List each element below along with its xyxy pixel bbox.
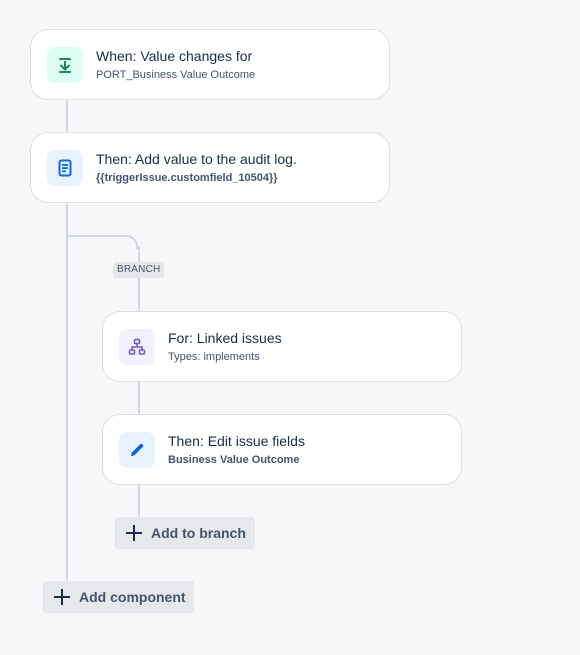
edit-issue-fields-subtitle: Business Value Outcome xyxy=(168,454,300,466)
document-icon xyxy=(47,149,83,186)
audit-log-action-subtitle: {{triggerIssue.customfield_10504}} xyxy=(96,172,278,184)
trigger-card[interactable]: When: Value changes for PORT_Business Va… xyxy=(30,29,390,100)
branch-tag: BRANCH xyxy=(113,262,165,278)
audit-log-action-title: Then: Add value to the audit log. xyxy=(96,151,297,167)
edit-issue-fields-card[interactable]: Then: Edit issue fields Business Value O… xyxy=(102,414,462,485)
main-connector-line xyxy=(66,99,68,133)
audit-log-action-card[interactable]: Then: Add value to the audit log. {{trig… xyxy=(30,132,390,203)
add-to-branch-button[interactable]: Add to branch xyxy=(115,517,255,549)
edit-issue-fields-title: Then: Edit issue fields xyxy=(168,433,305,449)
branch-connector-line xyxy=(138,484,140,518)
automation-rule-canvas: When: Value changes for PORT_Business Va… xyxy=(0,0,580,655)
download-arrow-icon xyxy=(47,46,83,83)
linked-issues-subtitle: Types: implements xyxy=(168,351,260,363)
main-connector-line xyxy=(66,202,68,584)
pencil-icon xyxy=(119,431,155,468)
trigger-title: When: Value changes for xyxy=(96,48,253,64)
plus-icon xyxy=(52,587,72,607)
trigger-subtitle: PORT_Business Value Outcome xyxy=(96,69,256,81)
branch-connector-line xyxy=(66,235,128,237)
branch-connector-line xyxy=(138,246,140,262)
add-component-label: Add component xyxy=(79,589,186,605)
branch-connector-line xyxy=(138,278,140,312)
plus-icon xyxy=(124,523,144,543)
linked-issues-title: For: Linked issues xyxy=(168,330,282,346)
hierarchy-icon xyxy=(119,328,155,365)
branch-connector-line xyxy=(138,381,140,415)
linked-issues-branch-card[interactable]: For: Linked issues Types: implements xyxy=(102,311,462,382)
add-component-button[interactable]: Add component xyxy=(43,581,194,613)
add-to-branch-label: Add to branch xyxy=(151,525,246,541)
branch-connector-curve xyxy=(126,235,138,249)
